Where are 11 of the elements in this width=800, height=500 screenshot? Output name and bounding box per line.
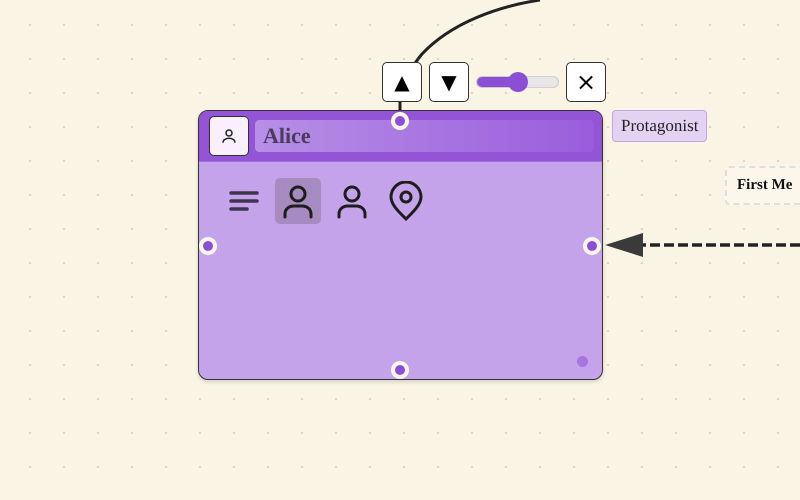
resize-handle[interactable] (577, 356, 588, 367)
location-pin-icon (388, 181, 424, 221)
title-field[interactable]: Alice (255, 120, 594, 152)
node-card[interactable]: Alice (198, 110, 603, 380)
person-tab[interactable] (275, 178, 321, 224)
move-button[interactable]: ▲ (382, 62, 422, 102)
close-button[interactable]: × (566, 62, 606, 102)
edge-label: First Me (725, 166, 800, 205)
role-tag: Protagonist (612, 110, 708, 142)
person-icon[interactable] (209, 116, 249, 156)
move-button[interactable]: ▼ (429, 62, 469, 102)
